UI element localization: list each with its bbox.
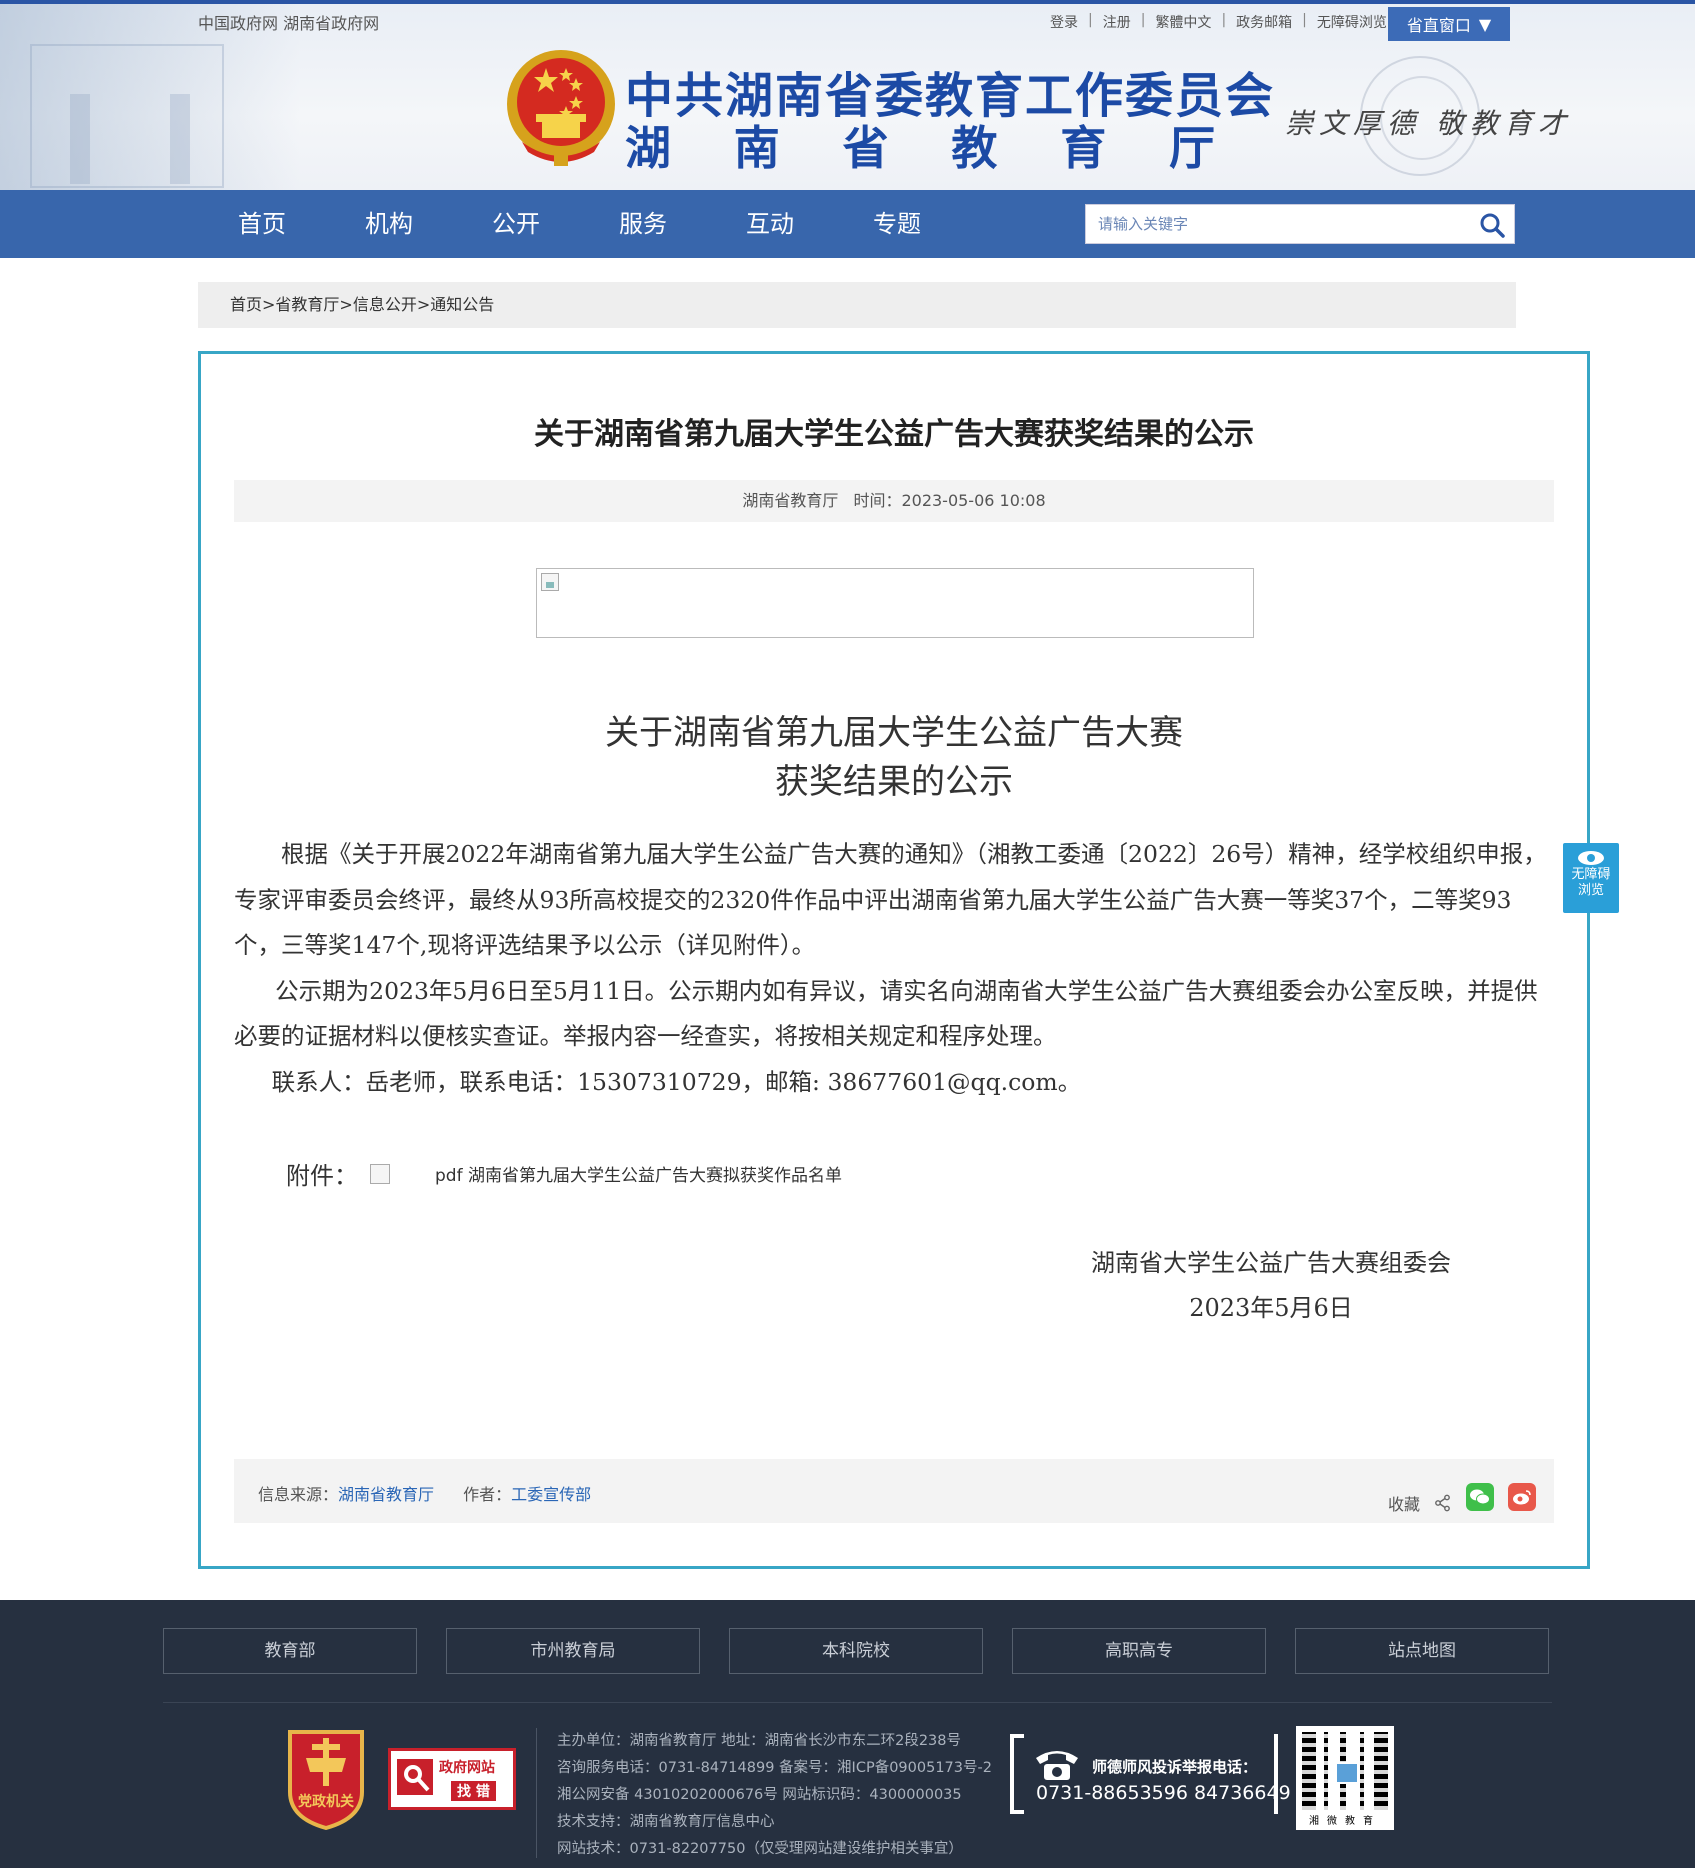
article-meta: 湖南省教育厅 时间：2023-05-06 10:08 <box>234 480 1554 522</box>
file-icon <box>370 1163 390 1184</box>
gov-links[interactable]: 中国政府网 湖南省政府网 <box>198 10 379 34</box>
accessibility-link[interactable]: 无障碍浏览 <box>1317 12 1387 32</box>
footer-vertical-divider <box>536 1728 537 1858</box>
weibo-share-icon[interactable] <box>1508 1483 1536 1511</box>
article-frame: 关于湖南省第九届大学生公益广告大赛获奖结果的公示 湖南省教育厅 时间：2023-… <box>198 351 1590 1569</box>
signature-date: 2023年5月6日 <box>1189 1294 1353 1322</box>
wechat-qr-code: 湘微教育 <box>1296 1726 1394 1830</box>
attachment-link[interactable]: pdf 湖南省第九届大学生公益广告大赛拟获奖作品名单 <box>435 1161 842 1186</box>
nav-item-service[interactable]: 服务 <box>619 190 667 258</box>
author-label: 作者： <box>463 1485 512 1504</box>
search-input[interactable] <box>1086 205 1466 243</box>
sheng-window-label: 省直窗口 <box>1406 16 1471 35</box>
complaint-hotline: 师德师风投诉举报电话： 0731-88653596 84736649 <box>1010 1734 1291 1814</box>
party-government-badge-icon[interactable]: 党政机关 <box>282 1726 370 1830</box>
magnifier-icon <box>397 1759 433 1795</box>
telephone-icon <box>1036 1751 1078 1780</box>
footer-link-vocational[interactable]: 高职高专 <box>1012 1628 1266 1674</box>
top-links: 登录 | 注册 | 繁體中文 | 政务邮箱 | 无障碍浏览 <box>1050 12 1387 32</box>
footer-link-city-bureau[interactable]: 市州教育局 <box>446 1628 700 1674</box>
nav-item-public[interactable]: 公开 <box>492 190 540 258</box>
body-paragraph: 根据《关于开展2022年湖南省第九届大学生公益广告大赛的通知》（湘教工委通〔20… <box>234 840 1547 959</box>
info-source-label: 信息来源： <box>258 1485 339 1504</box>
article-time: 时间：2023-05-06 10:08 <box>853 491 1046 510</box>
search-icon[interactable] <box>1478 211 1506 239</box>
share-icon[interactable] <box>1434 1494 1452 1512</box>
article-body: 根据《关于开展2022年湖南省第九届大学生公益广告大赛的通知》（湘教工委通〔20… <box>234 832 1554 1105</box>
footer-divider <box>163 1702 1552 1703</box>
site-header: 中国政府网 湖南省政府网 登录 | 注册 | 繁體中文 | 政务邮箱 | 无障碍… <box>0 0 1695 190</box>
article-subtitle: 关于湖南省第九届大学生公益广告大赛 获奖结果的公示 <box>605 713 1183 802</box>
nav-item-topics[interactable]: 专题 <box>873 190 921 258</box>
attachment-row: 附件： pdf 湖南省第九届大学生公益广告大赛拟获奖作品名单 <box>286 1156 842 1191</box>
contact-paragraph: 联系人：岳老师，联系电话：15307310729，邮箱: 38677601@qq… <box>271 1067 1082 1096</box>
footer-link-universities[interactable]: 本科院校 <box>729 1628 983 1674</box>
traditional-chinese-link[interactable]: 繁體中文 <box>1155 12 1211 32</box>
accessibility-float-button[interactable]: 无障碍 浏览 <box>1563 843 1619 913</box>
article-title: 关于湖南省第九届大学生公益广告大赛获奖结果的公示 <box>534 417 1254 452</box>
footer-site-info: 主办单位：湖南省教育厅 地址：湖南省长沙市东二环2段238号 咨询服务电话：07… <box>557 1733 992 1857</box>
body-paragraph: 公示期为2023年5月6日至5月11日。公示期内如有异议，请实名向湖南省大学生公… <box>234 976 1538 1051</box>
sheng-window-dropdown[interactable]: 省直窗口 ▼ <box>1388 7 1510 41</box>
info-source-link[interactable]: 湖南省教育厅 <box>338 1485 434 1504</box>
breadcrumb[interactable]: 首页>省教育厅>信息公开>通知公告 <box>198 282 1516 328</box>
gov-mail-link[interactable]: 政务邮箱 <box>1236 12 1292 32</box>
hotline-title: 师德师风投诉举报电话： <box>1092 1758 1258 1776</box>
eye-icon <box>1578 851 1604 865</box>
site-title-line2: 湖 南 省 教 育 厅 <box>625 121 1215 175</box>
login-link[interactable]: 登录 <box>1050 12 1078 32</box>
signature-org: 湖南省大学生公益广告大赛组委会 <box>1091 1249 1451 1277</box>
nav-item-interaction[interactable]: 互动 <box>746 190 794 258</box>
national-emblem-icon <box>507 50 615 166</box>
header-slogan: 崇文厚德 敬教育才 <box>1285 107 1572 140</box>
article-info-bar: 信息来源：湖南省教育厅 作者：工委宣传部 收藏 <box>234 1459 1554 1523</box>
article-source: 湖南省教育厅 <box>742 491 839 510</box>
search-box <box>1085 204 1515 244</box>
triangle-down-icon: ▼ <box>1478 14 1492 34</box>
signature-block: 湖南省大学生公益广告大赛组委会 2023年5月6日 <box>1091 1241 1451 1331</box>
nav-item-home[interactable]: 首页 <box>238 190 286 258</box>
wechat-share-icon[interactable] <box>1466 1483 1494 1511</box>
register-link[interactable]: 注册 <box>1103 12 1131 32</box>
nav-item-organization[interactable]: 机构 <box>365 190 413 258</box>
qr-caption: 湘微教育 <box>1309 1816 1381 1827</box>
article-banner-image <box>536 568 1254 638</box>
site-footer: 教育部 市州教育局 本科院校 高职高专 站点地图 党政机关 政府网站 找 错 主… <box>0 1600 1695 1868</box>
hotline-number: 0731-88653596 84736649 <box>1036 1782 1291 1804</box>
website-error-report-button[interactable]: 政府网站 找 错 <box>388 1748 516 1810</box>
svg-text:党政机关: 党政机关 <box>298 1793 354 1810</box>
qr-code-icon <box>1302 1732 1388 1810</box>
author-link[interactable]: 工委宣传部 <box>511 1485 591 1504</box>
broken-image-icon <box>541 573 559 591</box>
footer-link-sitemap[interactable]: 站点地图 <box>1295 1628 1549 1674</box>
favorite-button[interactable]: 收藏 <box>1388 1491 1420 1515</box>
attachment-label: 附件： <box>286 1162 358 1190</box>
main-nav: 首页 机构 公开 服务 互动 专题 <box>0 190 1695 258</box>
footer-link-moe[interactable]: 教育部 <box>163 1628 417 1674</box>
